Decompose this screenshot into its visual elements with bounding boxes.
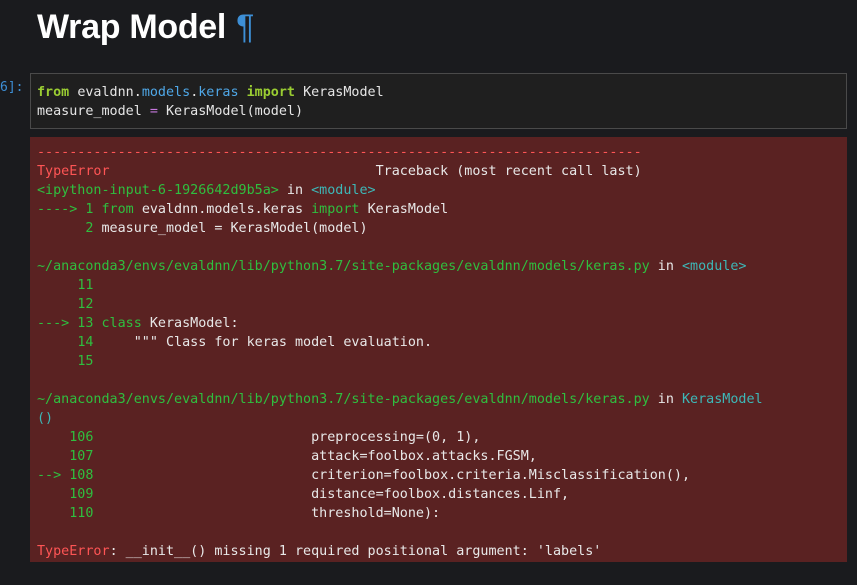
- keyword-from: from: [37, 85, 70, 100]
- error-output: ----------------------------------------…: [30, 137, 847, 562]
- final-error-line: TypeError: __init__() missing 1 required…: [37, 542, 840, 561]
- error-name: TypeError: [37, 164, 110, 179]
- docstring: """ Class for keras model evaluation.: [133, 335, 433, 350]
- section-heading: Wrap Model ¶: [37, 8, 254, 47]
- keyword-from: from: [101, 202, 134, 217]
- file-path: ~/anaconda3/envs/evaldnn/lib/python3.7/s…: [37, 392, 650, 407]
- code-text: threshold=None):: [311, 506, 441, 521]
- function-ref: KerasModel: [681, 392, 763, 407]
- traceback-input-ref: <ipython-input-6-1926642d9b5a> in <modul…: [37, 181, 840, 200]
- module-name: models: [141, 85, 191, 100]
- traceback-line: ---> 13 class KerasModel:: [37, 314, 840, 333]
- traceback-line: 14 """ Class for keras model evaluation.: [37, 333, 840, 352]
- traceback-line: 110 threshold=None):: [37, 504, 840, 523]
- line-number: 2: [85, 221, 94, 236]
- anchor-link-icon[interactable]: ¶: [236, 8, 254, 46]
- traceback-line: 109 distance=foolbox.distances.Linf,: [37, 485, 840, 504]
- in-word: in: [286, 183, 304, 198]
- traceback-path: ~/anaconda3/envs/evaldnn/lib/python3.7/s…: [37, 257, 840, 276]
- error-name: TypeError: [37, 544, 110, 559]
- line-number: 14: [77, 335, 94, 350]
- traceback-line: 12: [37, 295, 840, 314]
- colon: :: [230, 316, 239, 331]
- line-number: 110: [69, 506, 94, 521]
- traceback-line: 106 preprocessing=(0, 1),: [37, 428, 840, 447]
- dot: .: [133, 85, 142, 100]
- heading-title: Wrap Model: [37, 8, 227, 46]
- code-text: measure_model = KerasModel(model): [101, 221, 368, 236]
- code-text: attack=foolbox.attacks.FGSM,: [311, 449, 537, 464]
- traceback-line: ----> 1 from evaldnn.models.keras import…: [37, 200, 840, 219]
- arrow: -->: [37, 468, 62, 483]
- line-number: 108: [69, 468, 94, 483]
- keyword-class: class: [101, 316, 142, 331]
- traceback-header: TypeError Traceback (most recent call la…: [37, 162, 840, 181]
- keyword-import: import: [311, 202, 360, 217]
- traceback-line: 11: [37, 276, 840, 295]
- function-ref-paren: (): [37, 411, 54, 426]
- traceback-line: 107 attack=foolbox.attacks.FGSM,: [37, 447, 840, 466]
- input-ref: <ipython-input-6-1926642d9b5a>: [37, 183, 279, 198]
- arrow: ---> 13: [37, 316, 94, 331]
- line-number: 12: [77, 297, 94, 312]
- code-text: preprocessing=(0, 1),: [311, 430, 481, 445]
- file-path: ~/anaconda3/envs/evaldnn/lib/python3.7/s…: [37, 259, 650, 274]
- line-number: 15: [77, 354, 94, 369]
- line-number: 106: [69, 430, 94, 445]
- code-line-2: measure_model = KerasModel(model): [37, 101, 840, 120]
- call-expression: KerasModel(model): [166, 104, 304, 119]
- keyword-import: import: [246, 85, 295, 100]
- variable-name: measure_model: [37, 104, 142, 119]
- class-name: KerasModel: [149, 316, 231, 331]
- cell-prompt: 6]:: [0, 80, 24, 95]
- arrow: ----> 1: [37, 202, 94, 217]
- traceback-header-label: Traceback (most recent call last): [375, 164, 642, 179]
- error-message: : __init__() missing 1 required position…: [109, 544, 602, 559]
- module-ref: <module>: [681, 259, 747, 274]
- traceback-path: ~/anaconda3/envs/evaldnn/lib/python3.7/s…: [37, 390, 840, 409]
- module-ref: <module>: [311, 183, 376, 198]
- traceback-line: 15: [37, 352, 840, 371]
- code-cell-input[interactable]: from evaldnn.models.keras import KerasMo…: [30, 73, 847, 129]
- code-text: distance=foolbox.distances.Linf,: [311, 487, 570, 502]
- traceback-line: 2 measure_model = KerasModel(model): [37, 219, 840, 238]
- code-text: criterion=foolbox.criteria.Misclassifica…: [311, 468, 691, 483]
- module-name: keras: [198, 85, 239, 100]
- line-number: 11: [77, 278, 94, 293]
- line-number: 109: [69, 487, 94, 502]
- operator: =: [149, 104, 158, 119]
- module-path: evaldnn.models.keras: [141, 202, 304, 217]
- traceback-line: --> 108 criterion=foolbox.criteria.Miscl…: [37, 466, 840, 485]
- import-name: KerasModel: [367, 202, 449, 217]
- code-line-1: from evaldnn.models.keras import KerasMo…: [37, 82, 840, 101]
- import-name: KerasModel: [303, 85, 384, 100]
- module-name: evaldnn: [77, 85, 134, 100]
- in-word: in: [657, 259, 674, 274]
- line-number: 107: [69, 449, 94, 464]
- traceback-divider: ----------------------------------------…: [37, 145, 642, 160]
- in-word: in: [657, 392, 674, 407]
